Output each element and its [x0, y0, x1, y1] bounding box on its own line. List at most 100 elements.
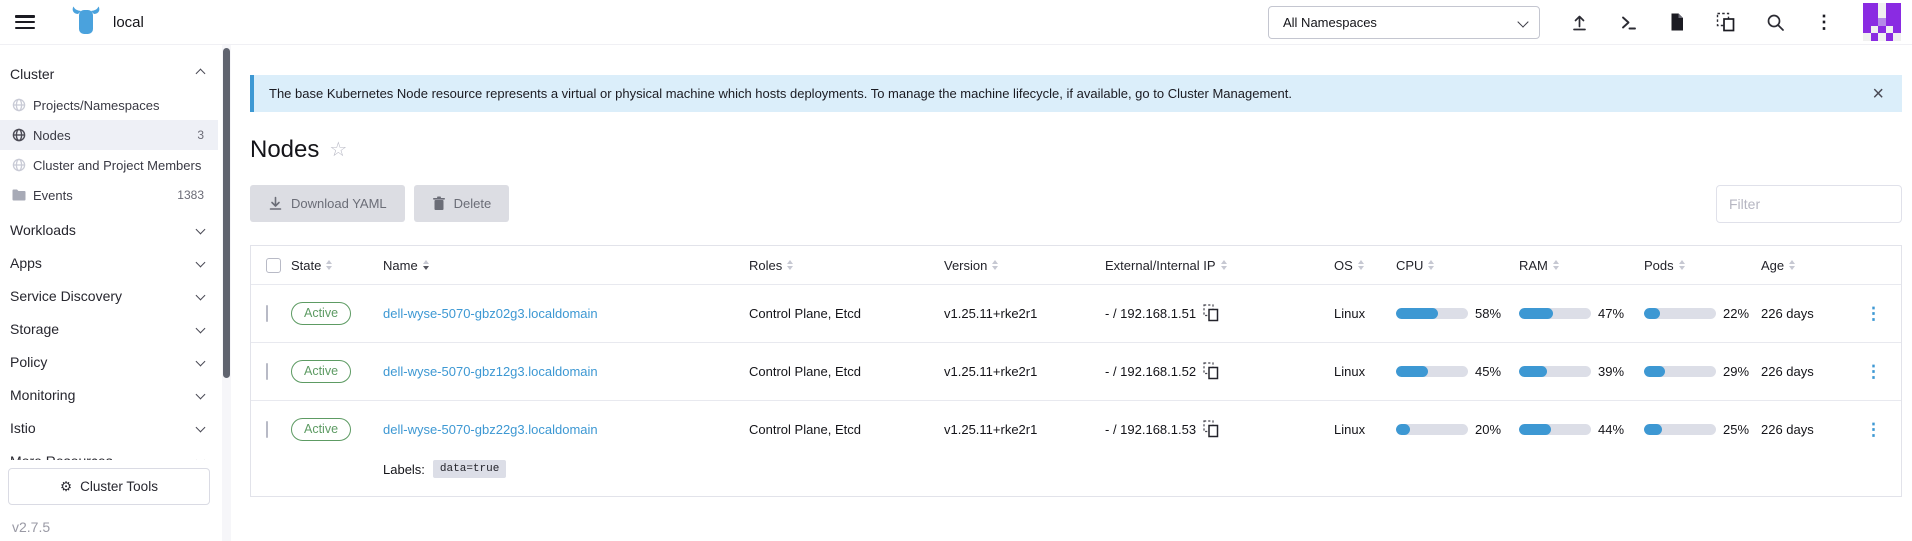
- table-row: Active dell-wyse-5070-gbz12g3.localdomai…: [251, 342, 1901, 400]
- sidebar-group-service-discovery[interactable]: Service Discovery: [0, 279, 218, 312]
- column-header-ip[interactable]: External/Internal IP: [1095, 258, 1324, 273]
- row-kebab-menu-icon[interactable]: ⋮: [1846, 363, 1901, 380]
- sidebar-scrollbar-thumb[interactable]: [223, 48, 230, 378]
- sidebar-group-monitoring[interactable]: Monitoring: [0, 378, 218, 411]
- roles-cell: Control Plane, Etcd: [739, 422, 934, 437]
- sort-carets-icon: [1679, 260, 1685, 270]
- column-header-os[interactable]: OS: [1324, 258, 1386, 273]
- kebab-menu-icon[interactable]: ⋮: [1814, 12, 1834, 32]
- row-kebab-menu-icon[interactable]: ⋮: [1846, 421, 1901, 438]
- sidebar-group-label: Storage: [10, 321, 59, 337]
- kubectl-shell-icon[interactable]: [1618, 12, 1638, 32]
- sidebar-group-label: Workloads: [10, 222, 76, 238]
- cpu-bar: [1396, 424, 1468, 435]
- labels-caption: Labels:: [383, 462, 425, 477]
- filter-input[interactable]: [1716, 185, 1902, 223]
- sidebar-item-nodes[interactable]: Nodes 3: [0, 120, 218, 150]
- top-header: local All Namespaces: [0, 0, 1912, 45]
- sidebar-group-workloads[interactable]: Workloads: [0, 213, 218, 246]
- version-cell: v1.25.11+rke2r1: [934, 306, 1095, 321]
- user-avatar[interactable]: [1863, 3, 1901, 41]
- row-checkbox[interactable]: [266, 305, 268, 322]
- cluster-name[interactable]: local: [113, 14, 144, 31]
- sidebar-group-label: Monitoring: [10, 387, 75, 403]
- chevron-down-icon: [196, 291, 206, 301]
- table-row: Active dell-wyse-5070-gbz22g3.localdomai…: [251, 400, 1901, 496]
- chevron-down-icon: [196, 357, 206, 367]
- ram-meter: 44%: [1509, 422, 1634, 437]
- sidebar-item-cluster-project-members[interactable]: Cluster and Project Members: [0, 150, 218, 180]
- node-name-link[interactable]: dell-wyse-5070-gbz12g3.localdomain: [383, 364, 598, 379]
- column-header-version[interactable]: Version: [934, 258, 1095, 273]
- ram-bar: [1519, 366, 1591, 377]
- search-icon[interactable]: [1765, 12, 1785, 32]
- hamburger-menu-icon[interactable]: [15, 15, 35, 29]
- pods-bar: [1644, 366, 1716, 377]
- chevron-down-icon: [1517, 16, 1528, 27]
- cluster-tools-button[interactable]: ⚙ Cluster Tools: [8, 468, 210, 505]
- namespace-select[interactable]: All Namespaces: [1268, 6, 1540, 39]
- row-checkbox[interactable]: [266, 421, 268, 438]
- copy-icon[interactable]: [1203, 420, 1220, 439]
- os-cell: Linux: [1324, 364, 1386, 379]
- label-badge: data=true: [433, 460, 506, 478]
- sort-carets-icon: [326, 260, 332, 270]
- row-kebab-menu-icon[interactable]: ⋮: [1846, 305, 1901, 322]
- copy-kubeconfig-icon[interactable]: [1716, 12, 1736, 32]
- pods-percent: 25%: [1723, 422, 1749, 437]
- roles-cell: Control Plane, Etcd: [739, 306, 934, 321]
- sort-carets-icon: [1789, 260, 1795, 270]
- favorite-star-icon[interactable]: ☆: [329, 140, 347, 160]
- select-all-checkbox[interactable]: [266, 258, 281, 273]
- ip-value: - / 192.168.1.51: [1105, 306, 1196, 321]
- row-checkbox[interactable]: [266, 363, 268, 380]
- close-icon[interactable]: ×: [1872, 84, 1884, 104]
- node-name-link[interactable]: dell-wyse-5070-gbz02g3.localdomain: [383, 306, 598, 321]
- sidebar-group-storage[interactable]: Storage: [0, 312, 218, 345]
- sidebar-item-projects-namespaces[interactable]: Projects/Namespaces: [0, 90, 218, 120]
- globe-icon: [12, 158, 26, 172]
- ram-percent: 39%: [1598, 364, 1624, 379]
- column-header-label: Roles: [749, 258, 782, 273]
- column-header-age[interactable]: Age: [1751, 258, 1846, 273]
- sidebar-scrollbar[interactable]: [222, 45, 231, 541]
- age-cell: 226 days: [1751, 306, 1846, 321]
- node-name-link[interactable]: dell-wyse-5070-gbz22g3.localdomain: [383, 422, 598, 437]
- column-header-name[interactable]: Name: [373, 258, 739, 273]
- sidebar-group-label: Service Discovery: [10, 288, 122, 304]
- cpu-meter: 20%: [1386, 422, 1509, 437]
- sidebar-group-istio[interactable]: Istio: [0, 411, 218, 444]
- delete-button[interactable]: Delete: [414, 185, 510, 222]
- file-icon[interactable]: [1667, 12, 1687, 32]
- column-header-ram[interactable]: RAM: [1509, 258, 1634, 273]
- sidebar-group-apps[interactable]: Apps: [0, 246, 218, 279]
- column-header-roles[interactable]: Roles: [739, 258, 934, 273]
- pods-meter: 29%: [1634, 364, 1751, 379]
- pods-bar: [1644, 308, 1716, 319]
- column-header-state[interactable]: State: [281, 258, 373, 273]
- chevron-up-icon: [196, 69, 206, 79]
- main-content: The base Kubernetes Node resource repres…: [232, 45, 1912, 541]
- copy-icon[interactable]: [1203, 304, 1220, 323]
- rancher-app: local All Namespaces: [0, 0, 1912, 541]
- sidebar-item-label: Projects/Namespaces: [33, 98, 159, 113]
- sidebar-group-policy[interactable]: Policy: [0, 345, 218, 378]
- download-yaml-button[interactable]: Download YAML: [250, 185, 405, 222]
- pods-percent: 29%: [1723, 364, 1749, 379]
- rancher-logo-icon[interactable]: [69, 5, 103, 39]
- upload-icon[interactable]: [1569, 12, 1589, 32]
- sidebar: Cluster Projects/Namespaces Nodes 3: [0, 45, 232, 541]
- column-header-pods[interactable]: Pods: [1634, 258, 1751, 273]
- download-icon: [268, 196, 283, 211]
- column-header-label: Version: [944, 258, 987, 273]
- sort-carets-icon: [992, 260, 998, 270]
- ram-bar: [1519, 308, 1591, 319]
- status-badge: Active: [291, 418, 351, 441]
- sidebar-item-events[interactable]: Events 1383: [0, 180, 218, 210]
- sidebar-item-count: 1383: [177, 188, 204, 202]
- header-actions: All Namespaces: [1268, 3, 1912, 41]
- copy-icon[interactable]: [1203, 362, 1220, 381]
- sidebar-group-cluster[interactable]: Cluster: [0, 57, 218, 90]
- column-header-cpu[interactable]: CPU: [1386, 258, 1509, 273]
- cpu-percent: 58%: [1475, 306, 1501, 321]
